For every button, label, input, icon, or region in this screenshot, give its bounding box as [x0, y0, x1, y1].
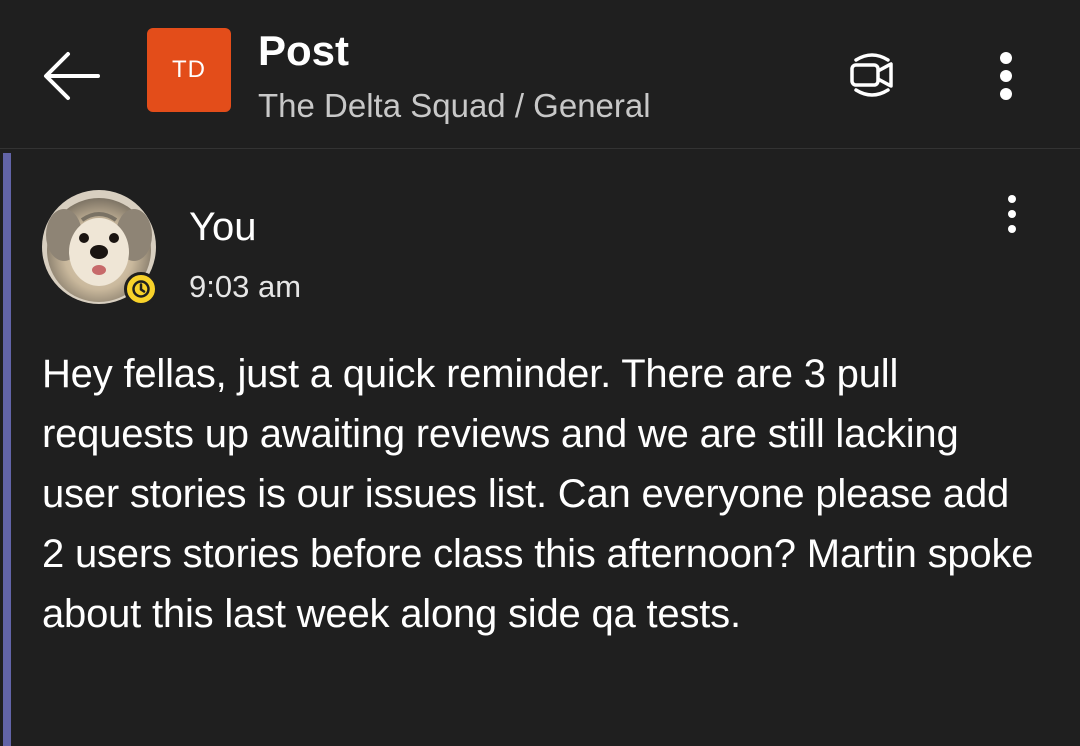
- post-timestamp: 9:03 am: [189, 269, 302, 304]
- status-badge: [124, 272, 158, 306]
- team-initials: TD: [172, 56, 206, 83]
- clock-icon: [132, 280, 150, 298]
- back-button[interactable]: [36, 40, 108, 112]
- video-call-button[interactable]: [840, 40, 904, 110]
- post-message: Hey fellas, just a quick reminder. There…: [42, 352, 1034, 636]
- post-accent-bar: [3, 153, 11, 746]
- team-avatar[interactable]: TD: [147, 28, 231, 112]
- arrow-left-icon: [44, 52, 100, 100]
- channel-breadcrumb[interactable]: The Delta Squad / General: [258, 86, 651, 126]
- post-more-options-button[interactable]: [992, 190, 1032, 238]
- app-header: TD Post The Delta Squad / General: [0, 0, 1080, 149]
- more-options-button[interactable]: [982, 44, 1030, 108]
- post-card: You 9:03 am Hey fellas, just a quick rem…: [0, 150, 1080, 746]
- author-name: You: [189, 205, 257, 249]
- more-vertical-icon: [1000, 52, 1012, 100]
- page-title: Post: [258, 27, 350, 74]
- more-vertical-icon: [1008, 195, 1016, 233]
- video-call-icon: [850, 53, 893, 97]
